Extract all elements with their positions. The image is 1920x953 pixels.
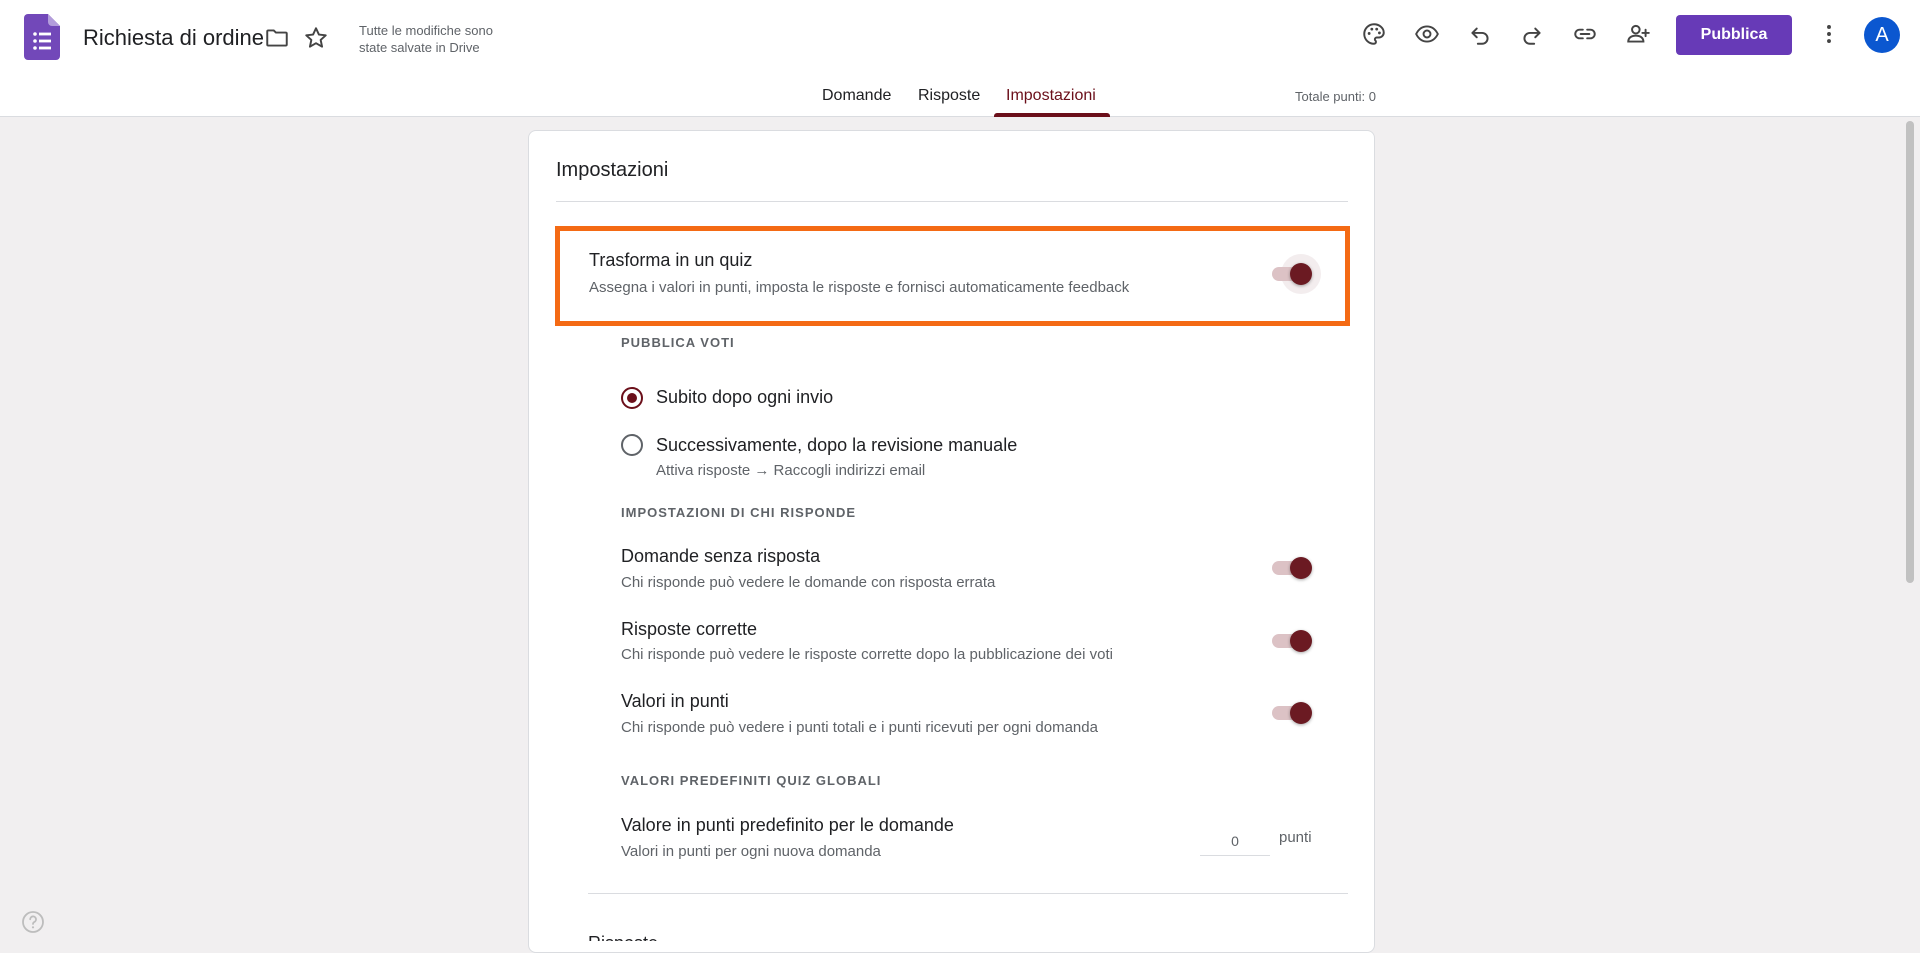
quiz-setting-description: Assegna i valori in punti, imposta le ri…	[589, 279, 1130, 296]
help-icon[interactable]	[21, 910, 45, 934]
responses-section-title: Risposte	[588, 933, 658, 941]
publish-grades-label: PUBBLICA VOTI	[621, 335, 735, 350]
toggle-thumb	[1290, 702, 1312, 724]
radio-later-hint: Attiva risposte → Raccogli indirizzi ema…	[656, 462, 926, 479]
divider	[556, 201, 1348, 202]
missed-questions-toggle[interactable]	[1270, 552, 1314, 584]
avatar[interactable]: A	[1864, 17, 1900, 53]
respondent-settings-label: IMPOSTAZIONI DI CHI RISPONDE	[621, 505, 857, 520]
points-unit: punti	[1279, 829, 1312, 846]
scrollbar-thumb[interactable]	[1906, 121, 1914, 583]
forms-logo-icon[interactable]	[24, 14, 60, 60]
divider	[588, 893, 1348, 894]
star-icon[interactable]	[300, 22, 332, 54]
default-points-input[interactable]	[1200, 826, 1270, 856]
publish-button[interactable]: Pubblica	[1676, 15, 1792, 55]
correct-answers-toggle[interactable]	[1270, 625, 1314, 657]
missed-questions-title: Domande senza risposta	[621, 546, 821, 566]
document-title[interactable]: Richiesta di ordine	[83, 25, 264, 51]
add-person-icon[interactable]	[1622, 18, 1654, 50]
quiz-setting-title: Trasforma in un quiz	[589, 250, 753, 270]
save-status: Tutte le modifiche sono state salvate in…	[359, 23, 493, 55]
tab-risposte[interactable]: Risposte	[918, 87, 980, 105]
link-icon[interactable]	[1569, 18, 1601, 50]
quiz-toggle[interactable]	[1270, 254, 1321, 294]
undo-icon[interactable]	[1464, 18, 1496, 50]
toggle-thumb	[1290, 263, 1312, 285]
folder-icon[interactable]	[261, 22, 293, 54]
default-points-desc: Valori in punti per ogni nuova domanda	[621, 843, 881, 860]
missed-questions-desc: Chi risponde può vedere le domande con r…	[621, 574, 996, 591]
global-defaults-label: VALORI PREDEFINITI QUIZ GLOBALI	[621, 773, 882, 788]
form-tabs: Domande Risposte Impostazioni Totale pun…	[0, 82, 1920, 117]
toggle-thumb	[1290, 557, 1312, 579]
radio-immediately[interactable]	[621, 387, 643, 409]
highlight-box	[555, 226, 1350, 326]
radio-later-label[interactable]: Successivamente, dopo la revisione manua…	[656, 435, 1017, 456]
tab-domande[interactable]: Domande	[822, 87, 891, 105]
settings-title: Impostazioni	[556, 159, 669, 181]
correct-answers-title: Risposte corrette	[621, 619, 758, 639]
top-bar: Richiesta di ordine Tutte le modifiche s…	[0, 0, 1920, 117]
redo-icon[interactable]	[1516, 18, 1548, 50]
correct-answers-desc: Chi risponde può vedere le risposte corr…	[621, 646, 1113, 663]
radio-immediately-label[interactable]: Subito dopo ogni invio	[656, 387, 833, 408]
eye-icon[interactable]	[1411, 18, 1443, 50]
toggle-thumb	[1290, 630, 1312, 652]
point-values-desc: Chi risponde può vedere i punti totali e…	[621, 719, 1098, 736]
more-vert-icon[interactable]	[1813, 18, 1845, 50]
active-tab-indicator	[994, 113, 1110, 117]
total-points: Totale punti: 0	[1295, 89, 1376, 104]
palette-icon[interactable]	[1358, 18, 1390, 50]
point-values-title: Valori in punti	[621, 691, 729, 711]
point-values-toggle[interactable]	[1270, 697, 1314, 729]
tab-impostazioni[interactable]: Impostazioni	[1006, 87, 1096, 105]
radio-later[interactable]	[621, 434, 643, 456]
default-points-title: Valore in punti predefinito per le doman…	[621, 815, 954, 835]
